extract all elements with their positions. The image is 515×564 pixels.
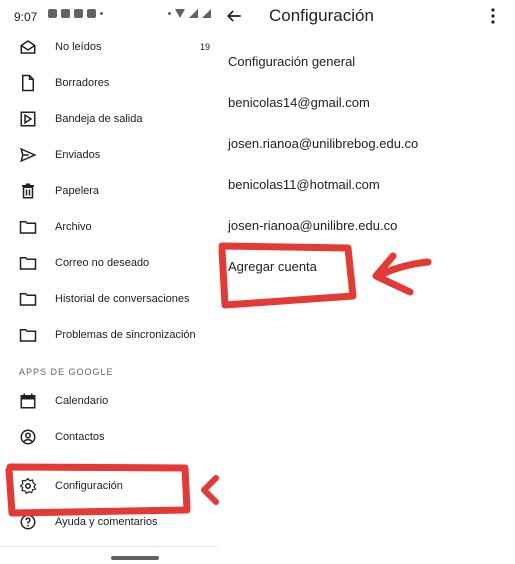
contacts-icon [20,429,36,445]
signal-icon [202,9,211,18]
drawer-item-archive[interactable]: Archivo [0,209,218,245]
drawer-item-label: No leídos [55,41,102,53]
notification-icon [74,9,83,18]
help-icon [20,514,36,530]
drawer-item-label: Correo no deseado [55,257,150,269]
drawer-item-calendar[interactable]: Calendario [0,383,218,419]
send-icon [20,147,37,163]
notification-icons [48,9,103,18]
settings-row-label: josen-rianoa@unilibre.edu.co [228,217,398,233]
drawer-item-label: Papelera [55,185,100,197]
draft-icon [22,74,34,92]
drawer-item-trash[interactable]: Papelera [0,173,218,209]
settings-row-label: benicolas14@gmail.com [228,94,370,110]
drawer-item-sent[interactable]: Enviados [0,137,218,173]
system-icons [168,9,211,18]
settings-row-account[interactable]: benicolas11@hotmail.com [218,164,515,204]
outbox-icon [20,111,36,127]
signal-icon [189,9,198,18]
drawer-item-label: Bandeja de salida [55,113,143,125]
folder-icon [19,329,37,342]
settings-row-label: benicolas11@hotmail.com [228,176,380,192]
drawer-item-label: Configuración [55,480,123,492]
drawer-item-settings[interactable]: Configuración [0,468,218,504]
notification-icon [61,9,70,18]
gear-icon [19,477,37,495]
folder-icon [19,293,37,306]
drawer-item-contacts[interactable]: Contactos [0,419,218,455]
drawer-item-drafts[interactable]: Borradores [0,65,218,101]
drawer-item-label: Ayuda y comentarios [55,516,158,528]
drawer-item-label: Historial de conversaciones [55,293,190,305]
drawer-item-sync-problems[interactable]: Problemas de sincronización [0,317,218,353]
drawer-item-label: Contactos [55,431,105,443]
folder-icon [19,221,37,234]
drawer-item-label: Calendario [55,395,109,407]
calendar-icon [20,393,36,409]
drawer-item-label: Archivo [55,221,92,233]
drawer-item-help[interactable]: Ayuda y comentarios [0,504,218,540]
app-bar: Configuración [218,0,515,34]
settings-row-label: josen.rianoa@unilibrebog.edu.co [228,135,419,151]
status-time: 9:07 [14,10,38,24]
notification-icon [48,9,57,18]
drawer-item-label: Borradores [55,77,110,89]
settings-row-account[interactable]: josen.rianoa@unilibrebog.edu.co [218,123,515,163]
settings-row-account[interactable]: josen-rianoa@unilibre.edu.co [218,205,515,245]
unread-count: 19 [200,42,211,52]
settings-row-account[interactable]: benicolas14@gmail.com [218,82,515,122]
navigation-drawer: 9:07 No leídos 19 Borradores Bandeja de … [0,0,218,564]
folder-icon [19,257,37,270]
page-title: Configuración [269,6,374,25]
drawer-item-outbox[interactable]: Bandeja de salida [0,101,218,137]
dot-icon [168,12,171,15]
settings-row-label: Configuración general [228,53,356,69]
section-title-google-apps: APPS DE GOOGLE [19,367,114,377]
more-notifications-icon [100,12,103,15]
trash-icon [22,183,34,199]
drawer-item-chat-history[interactable]: Historial de conversaciones [0,281,218,317]
inbox-icon [20,40,36,54]
wifi-icon [175,9,185,18]
settings-screen: Configuración Configuración general beni… [218,0,515,564]
settings-row-general[interactable]: Configuración general [218,41,515,81]
drawer-item-spam[interactable]: Correo no deseado [0,245,218,281]
drawer-item-label: Problemas de sincronización [55,329,196,341]
settings-row-add-account[interactable]: Agregar cuenta [218,246,515,286]
drawer-bottom-divider [0,546,218,547]
drawer-item-label: Enviados [55,149,101,161]
settings-row-label: Agregar cuenta [228,258,317,274]
notification-icon [87,9,96,18]
back-arrow-icon[interactable] [224,6,244,26]
more-options-icon[interactable] [490,8,496,24]
gesture-home-bar[interactable] [111,556,159,560]
drawer-item-unread[interactable]: No leídos 19 [0,29,218,65]
